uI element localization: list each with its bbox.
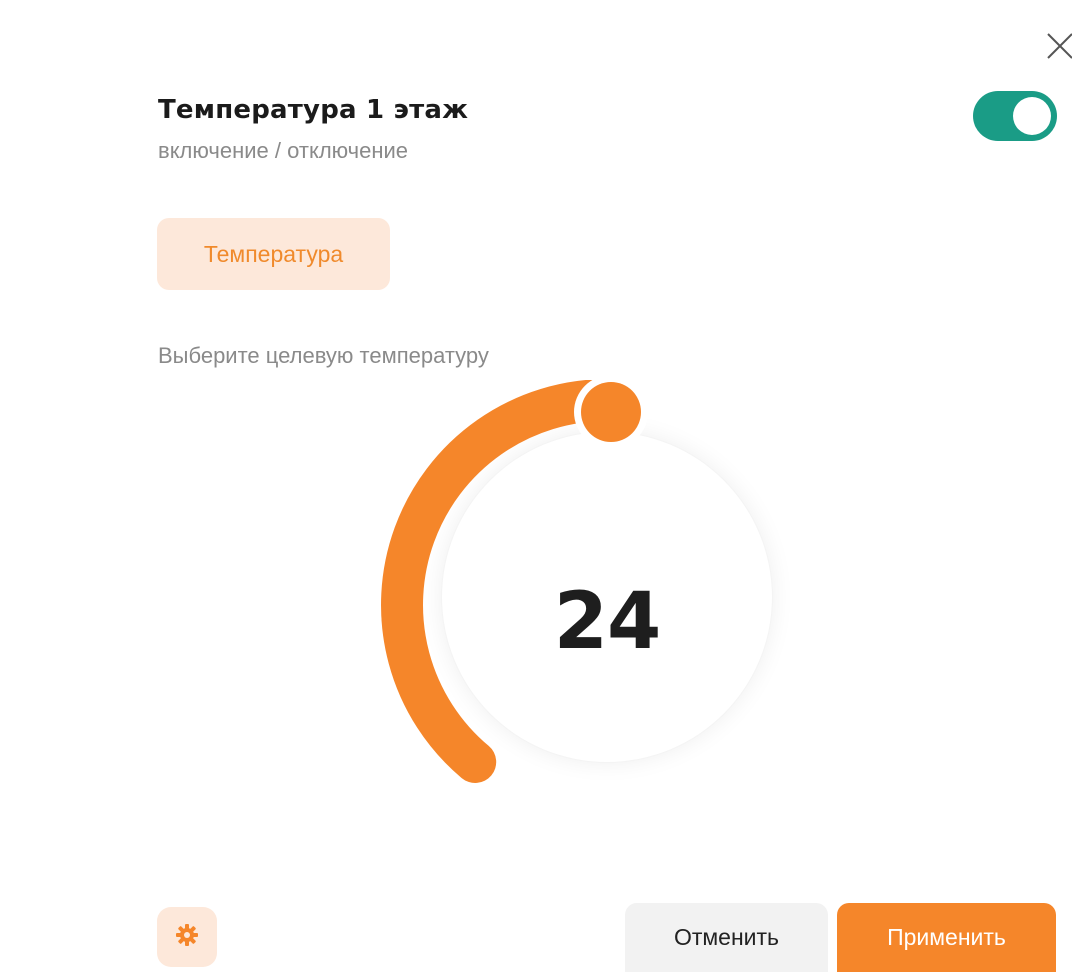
toggle-knob [1013,97,1051,135]
settings-button[interactable] [157,907,217,967]
power-toggle[interactable] [973,91,1057,141]
close-button[interactable] [1040,28,1072,64]
cancel-button[interactable]: Отменить [625,903,828,972]
dialog-subtitle: включение / отключение [158,138,409,163]
thermostat-dialog: Температура 1 этаж включение / отключени… [0,0,1073,972]
target-temperature-prompt: Выберите целевую температуру [158,343,489,368]
dial-graphic [381,380,648,783]
dial-handle[interactable] [581,382,641,442]
dial-progress-arc [381,380,628,783]
gear-icon [174,922,200,952]
apply-button[interactable]: Применить [837,903,1056,972]
dialog-title: Температура 1 этаж [158,95,469,125]
close-icon [1040,28,1072,64]
tab-temperature[interactable]: Температура [157,218,390,290]
temperature-dial: 24 [380,380,820,820]
